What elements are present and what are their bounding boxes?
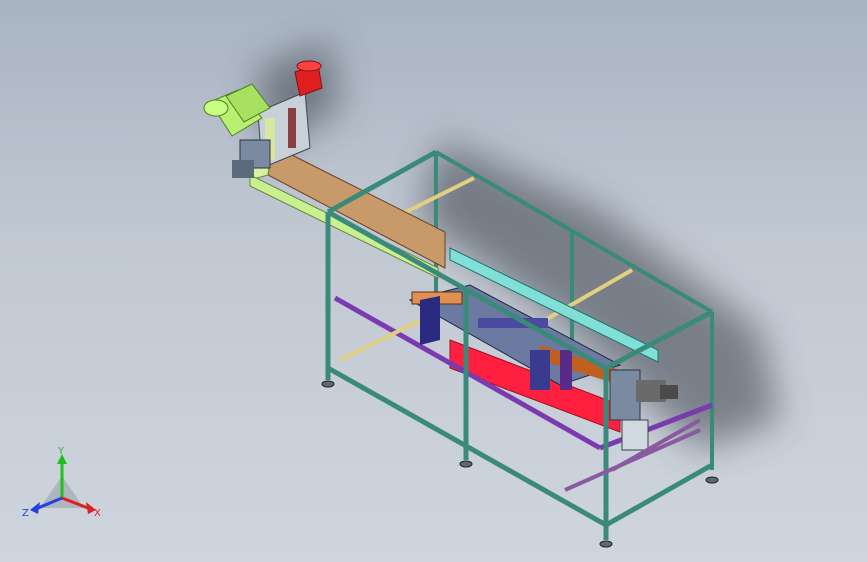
- z-arrow-icon: [30, 502, 40, 514]
- z-label: Z: [22, 508, 29, 519]
- cad-viewport[interactable]: Y X Z: [0, 0, 867, 562]
- y-label: Y: [57, 446, 65, 457]
- x-label: X: [94, 508, 101, 519]
- axis-triad: Y X Z: [22, 446, 101, 519]
- cad-model-view[interactable]: [0, 0, 867, 562]
